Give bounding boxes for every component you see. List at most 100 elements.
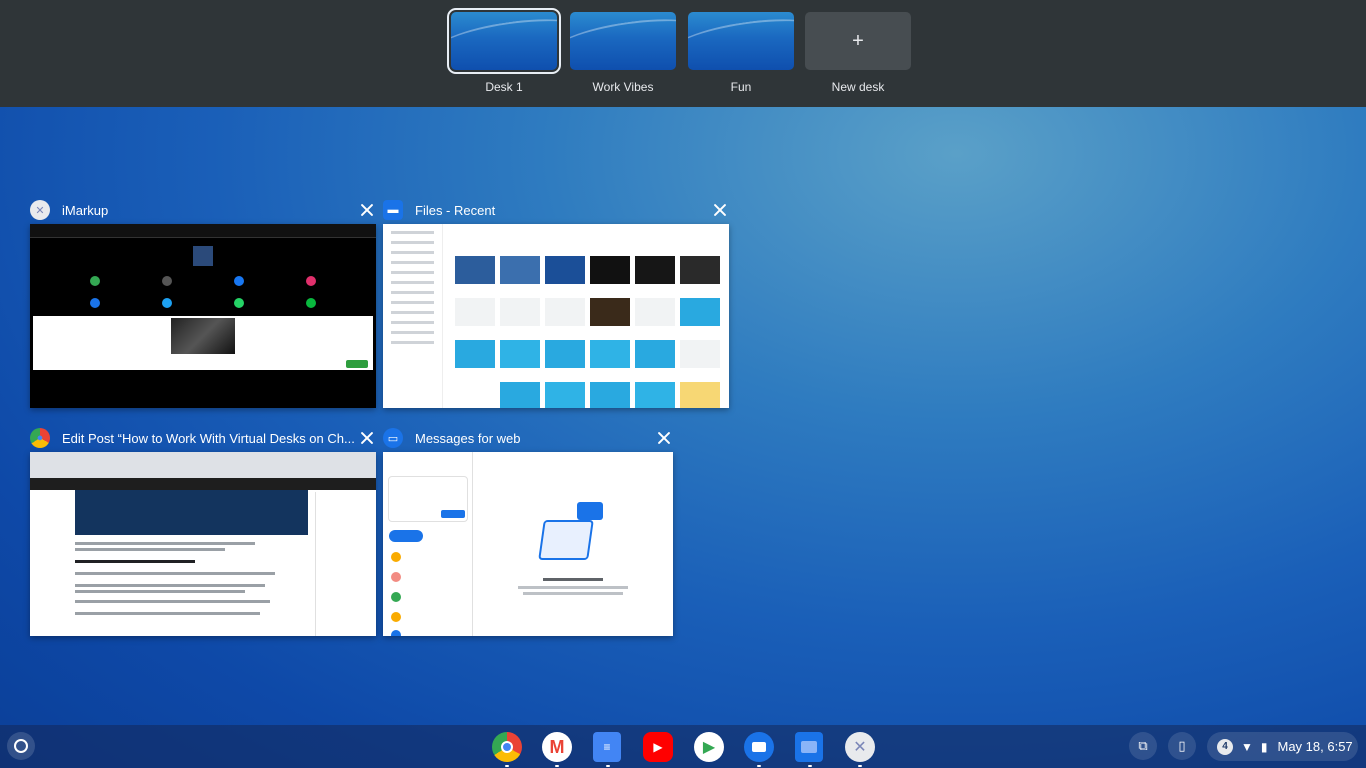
preview-toolbar	[30, 224, 376, 238]
share-dot	[306, 298, 316, 308]
clock: May 18, 6:57	[1277, 739, 1353, 754]
files-preview	[383, 224, 729, 408]
imarkup-app[interactable]: ✕	[845, 732, 875, 767]
youtube-app[interactable]: ▶	[643, 732, 673, 762]
share-dot	[306, 276, 316, 286]
chrome-app[interactable]	[492, 732, 522, 767]
file-thumbnail	[545, 340, 585, 368]
file-thumbnail	[680, 382, 720, 408]
window-title: Files - Recent	[415, 202, 496, 218]
messages-icon: ▭	[383, 428, 403, 448]
file-thumbnail	[590, 340, 630, 368]
holding-space-button[interactable]: ⧉	[1129, 732, 1157, 760]
window-preview[interactable]	[30, 452, 376, 636]
launcher-icon	[14, 739, 28, 753]
file-thumbnail	[590, 382, 630, 408]
file-thumbnail	[455, 340, 495, 368]
window-header: ▭ Messages for web	[383, 424, 673, 452]
file-thumbnail	[455, 256, 495, 284]
close-icon[interactable]	[358, 201, 376, 219]
preview-button	[346, 360, 368, 368]
wifi-icon: ▼	[1241, 739, 1253, 754]
file-thumbnail	[545, 382, 585, 408]
chrome-preview	[30, 452, 376, 636]
file-thumbnail	[680, 340, 720, 368]
chrome-icon	[501, 741, 513, 753]
window-title: Messages for web	[415, 430, 521, 446]
preview-image	[193, 246, 213, 266]
play-store-icon: ▶	[702, 739, 716, 756]
phone-hub-button[interactable]: ▯	[1168, 732, 1196, 760]
window-preview[interactable]	[383, 224, 729, 408]
gmail-app[interactable]: M	[542, 732, 572, 767]
desk-work-vibes-thumbnail[interactable]	[570, 12, 676, 70]
share-dot	[90, 276, 100, 286]
desk-1-label: Desk 1	[485, 80, 523, 94]
plus-icon[interactable]: +	[805, 12, 911, 70]
launcher-button[interactable]	[7, 732, 35, 760]
file-thumbnail	[680, 298, 720, 326]
desk-work-vibes[interactable]: Work Vibes	[570, 12, 676, 94]
new-desk-button[interactable]: + New desk	[805, 12, 911, 94]
post-image	[75, 490, 308, 535]
virtual-desks-bar: Desk 1 Work Vibes Fun + New desk	[0, 0, 1366, 107]
desk-1-thumbnail[interactable]	[447, 8, 561, 74]
editor-toolbar	[30, 478, 376, 490]
imarkup-preview	[30, 224, 376, 408]
window-preview[interactable]	[383, 452, 673, 636]
browser-toolbar	[30, 452, 376, 478]
imarkup-icon: ✕	[853, 739, 867, 756]
docs-icon: ≡	[603, 740, 611, 754]
window-imarkup[interactable]: ✕ iMarkup	[30, 196, 376, 412]
files-app[interactable]	[795, 732, 823, 767]
window-title: iMarkup	[62, 202, 109, 218]
conversation-list	[383, 452, 473, 636]
file-thumbnail	[635, 340, 675, 368]
chrome-icon: ●	[30, 428, 50, 448]
file-thumbnail	[545, 256, 585, 284]
desk-fun[interactable]: Fun	[688, 12, 794, 94]
desk-1[interactable]: Desk 1	[447, 8, 561, 94]
file-thumbnail	[590, 256, 630, 284]
file-thumbnail	[500, 382, 540, 408]
window-preview[interactable]	[30, 224, 376, 408]
window-header: ● Edit Post “How to Work With Virtual De…	[30, 424, 376, 452]
file-thumbnail	[635, 256, 675, 284]
imarkup-icon: ✕	[30, 200, 50, 220]
phone-icon: ▯	[1178, 738, 1186, 753]
file-thumbnail	[500, 256, 540, 284]
file-thumbnail	[545, 298, 585, 326]
file-thumbnail	[635, 382, 675, 408]
files-icon	[801, 741, 817, 753]
status-area[interactable]: 4 ▼ ▮ May 18, 6:57	[1207, 732, 1358, 761]
window-messages[interactable]: ▭ Messages for web	[383, 424, 673, 640]
file-thumbnail	[500, 298, 540, 326]
window-files[interactable]: ▬ Files - Recent	[383, 196, 729, 412]
file-thumbnail	[500, 340, 540, 368]
file-thumbnail	[590, 298, 630, 326]
docs-app[interactable]: ≡	[593, 732, 621, 767]
notification-count-badge: 4	[1217, 738, 1233, 755]
settings-sidebar	[315, 492, 375, 636]
preview-screenshot	[171, 318, 235, 354]
window-chrome[interactable]: ● Edit Post “How to Work With Virtual De…	[30, 424, 376, 640]
battery-icon: ▮	[1260, 739, 1268, 754]
folder-icon: ▬	[383, 200, 403, 220]
share-dot	[162, 298, 172, 308]
desk-fun-label: Fun	[730, 80, 752, 94]
gmail-icon: M	[549, 736, 565, 757]
file-thumbnail	[635, 298, 675, 326]
desk-fun-thumbnail[interactable]	[688, 12, 794, 70]
start-chat-button	[389, 530, 423, 542]
window-header: ✕ iMarkup	[30, 196, 376, 224]
shelf: M ≡ ▶ ▶ ✕ ⧉ ▯ 4 ▼ ▮ May 18, 6:57	[0, 725, 1366, 768]
play-store-app[interactable]: ▶	[694, 732, 724, 762]
desk-work-vibes-label: Work Vibes	[592, 80, 654, 94]
close-icon[interactable]	[711, 201, 729, 219]
close-icon[interactable]	[655, 429, 673, 447]
file-thumbnail	[455, 298, 495, 326]
close-icon[interactable]	[358, 429, 376, 447]
messages-app[interactable]	[744, 732, 774, 767]
files-sidebar	[383, 224, 443, 408]
youtube-icon: ▶	[653, 740, 663, 754]
